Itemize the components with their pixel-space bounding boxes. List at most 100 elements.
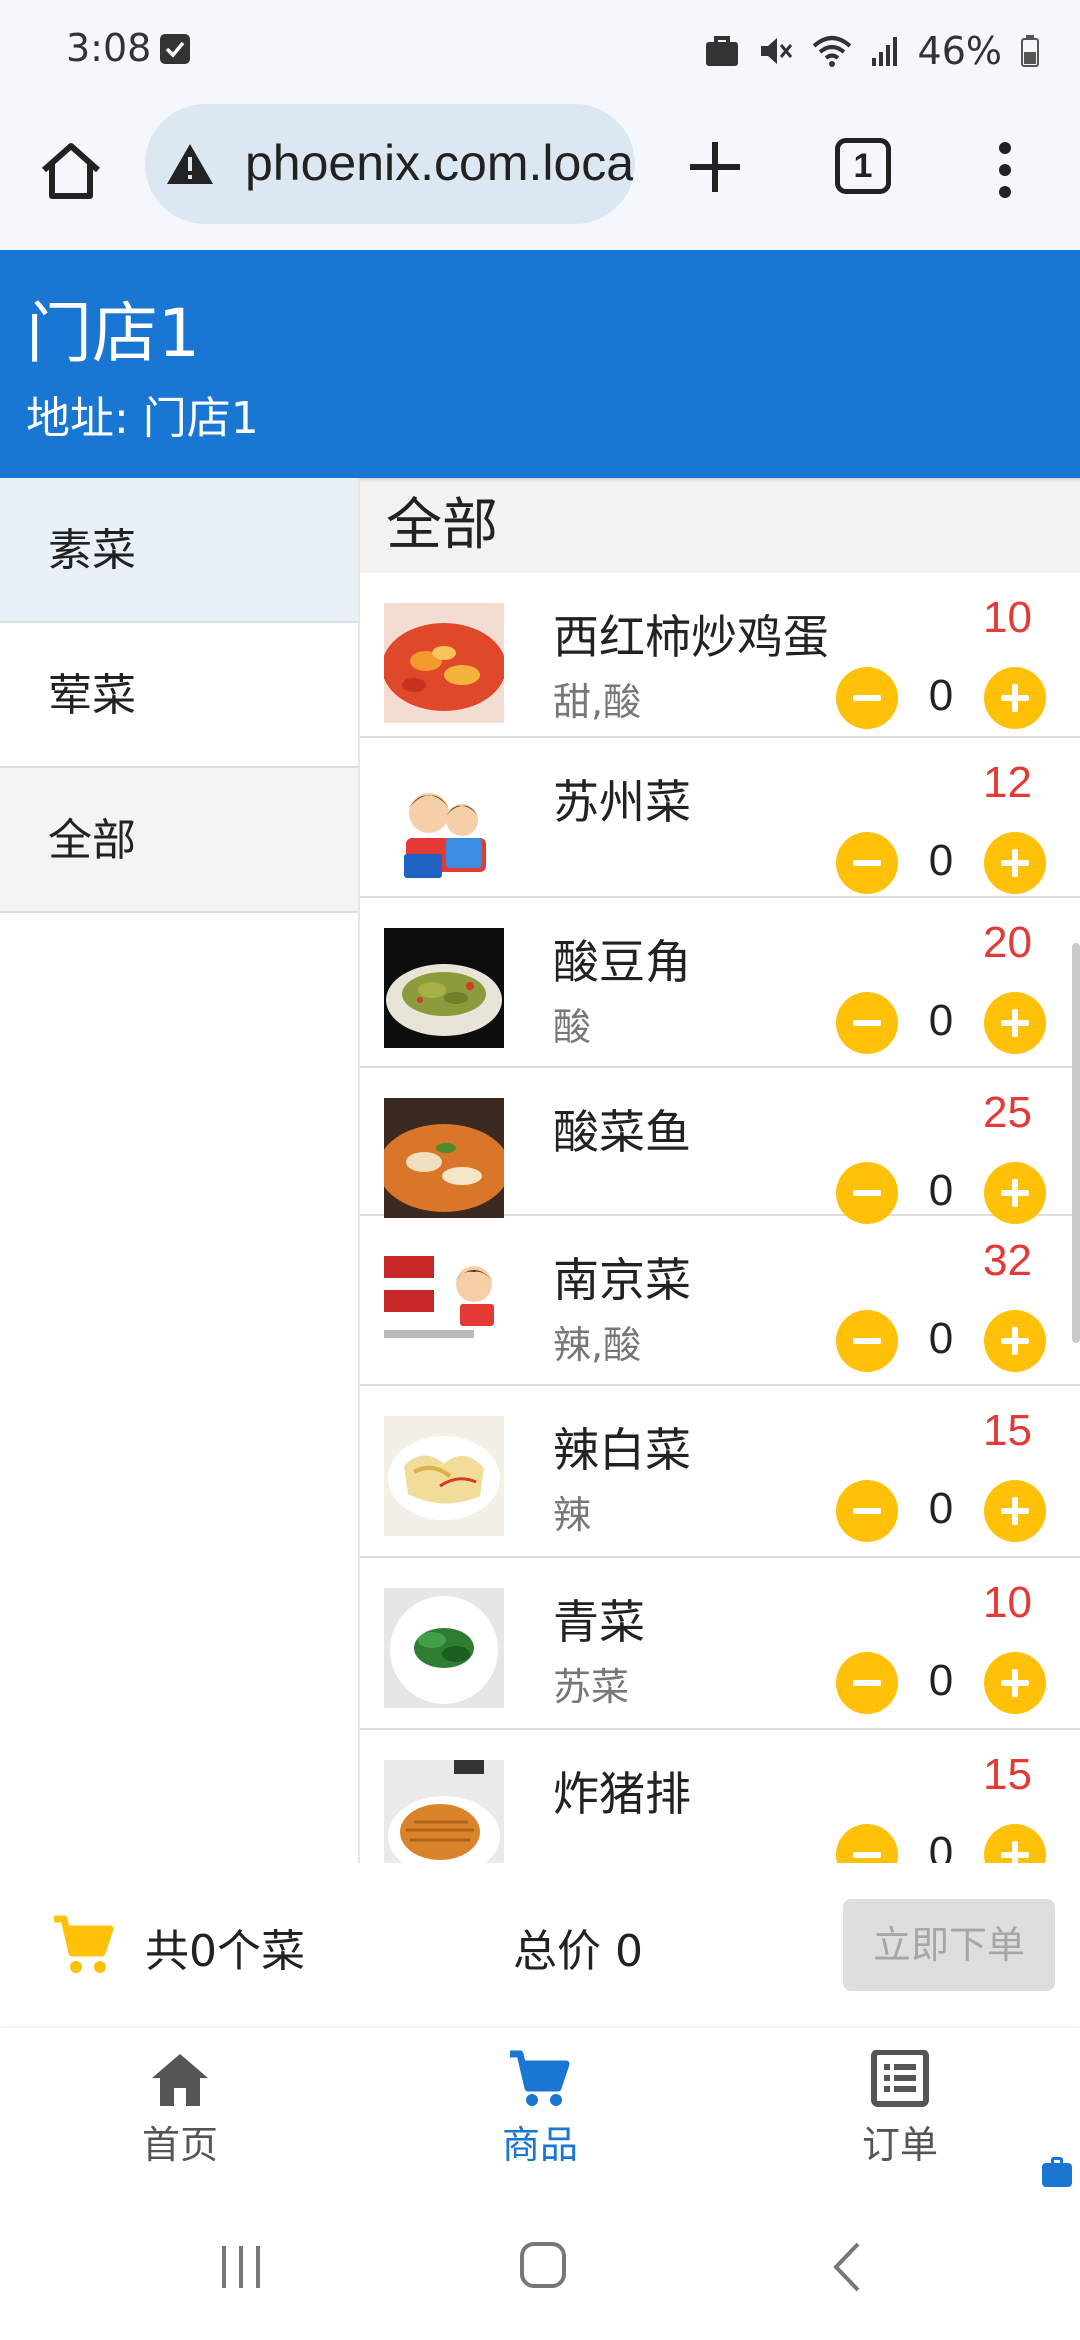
dish-name: 南京菜 (553, 1253, 691, 1307)
cart-icon (510, 2050, 570, 2106)
increase-button[interactable] (984, 1652, 1046, 1714)
store-address: 地址: 门店1 (26, 393, 259, 444)
signal-icon (871, 37, 897, 66)
url-text: phoenix.com.local (245, 135, 635, 191)
quantity-stepper: 0 (836, 667, 1046, 729)
increase-button[interactable] (984, 1310, 1046, 1372)
work-profile-icon (1042, 2157, 1072, 2187)
dish-image (384, 603, 504, 723)
list-item: 苏州菜 12 0 (360, 738, 1080, 898)
quantity-stepper: 0 (836, 832, 1046, 894)
quantity-value: 0 (928, 1484, 954, 1533)
decrease-button[interactable] (836, 1824, 898, 1863)
dish-image (384, 1760, 504, 1863)
scrollbar[interactable] (1072, 943, 1080, 1343)
quantity-value: 0 (928, 1656, 954, 1705)
browser-toolbar: phoenix.com.local 1 (0, 100, 1080, 250)
list-item: 酸菜鱼 25 0 (360, 1068, 1080, 1224)
dish-tags: 辣 (553, 1493, 592, 1537)
back-icon[interactable] (828, 2240, 868, 2294)
dish-price: 25 (983, 1088, 1032, 1137)
decrease-button[interactable] (836, 1310, 898, 1372)
sidebar-item-vegetable[interactable]: 素菜 (0, 478, 358, 623)
increase-button[interactable] (984, 992, 1046, 1054)
decrease-button[interactable] (836, 832, 898, 894)
quantity-stepper: 0 (836, 992, 1046, 1054)
system-nav-bar (0, 2200, 1080, 2340)
increase-button[interactable] (984, 1162, 1046, 1224)
dish-name: 苏州菜 (553, 775, 691, 829)
dish-name: 西红柿炒鸡蛋 (553, 610, 829, 664)
dish-price: 32 (983, 1236, 1032, 1285)
store-header: 门店1 地址: 门店1 (0, 250, 1080, 478)
cart-count: 共0个菜 (145, 1926, 305, 1977)
mute-icon (760, 38, 792, 64)
dish-name: 青菜 (553, 1595, 645, 1649)
increase-button[interactable] (984, 1480, 1046, 1542)
quantity-value: 0 (928, 1828, 954, 1863)
menu-icon[interactable] (985, 140, 1025, 200)
dish-image (384, 1246, 504, 1366)
recent-apps-icon[interactable] (216, 2242, 266, 2292)
list-item: 西红柿炒鸡蛋 甜,酸 10 0 (360, 573, 1080, 738)
dish-name: 酸豆角 (553, 935, 691, 989)
quantity-stepper: 0 (836, 1824, 1046, 1863)
cart-icon (54, 1915, 114, 1973)
dish-image (384, 1416, 504, 1536)
dish-price: 10 (983, 1578, 1032, 1627)
category-sidebar: 素菜 荤菜 全部 (0, 478, 360, 1863)
quantity-stepper: 0 (836, 1480, 1046, 1542)
warning-icon (167, 144, 213, 184)
category-title: 全部 (360, 478, 1080, 573)
dish-price: 15 (983, 1406, 1032, 1455)
decrease-button[interactable] (836, 667, 898, 729)
nav-products[interactable]: 商品 (440, 2050, 640, 2169)
nav-home-label: 首页 (141, 2123, 218, 2167)
decrease-button[interactable] (836, 1480, 898, 1542)
nav-orders[interactable]: 订单 (800, 2050, 1000, 2169)
work-profile-icon (705, 36, 738, 66)
quantity-value: 0 (928, 836, 954, 885)
sidebar-item-meat[interactable]: 荤菜 (0, 623, 358, 768)
list-item: 青菜 苏菜 10 0 (360, 1558, 1080, 1730)
list-item: 炸猪排 15 0 (360, 1730, 1080, 1863)
decrease-button[interactable] (836, 1162, 898, 1224)
quantity-value: 0 (928, 1166, 954, 1215)
add-tab-icon[interactable] (680, 132, 750, 202)
decrease-button[interactable] (836, 1652, 898, 1714)
list-icon (871, 2050, 929, 2107)
quantity-value: 0 (928, 996, 954, 1045)
quantity-stepper: 0 (836, 1162, 1046, 1224)
quantity-value: 0 (928, 671, 954, 720)
increase-button[interactable] (984, 667, 1046, 729)
product-list: 全部 西红柿炒鸡蛋 甜,酸 10 0 苏州菜 12 0 酸豆角 酸 20 0 酸… (360, 478, 1080, 1863)
home-icon (152, 2054, 208, 2106)
dish-tags: 辣,酸 (553, 1323, 642, 1367)
url-bar[interactable]: phoenix.com.local (145, 104, 635, 224)
sidebar-item-all[interactable]: 全部 (0, 768, 358, 913)
dish-image (384, 928, 504, 1048)
checkbox-notification-icon (160, 34, 190, 64)
tab-switcher-button[interactable]: 1 (835, 138, 891, 194)
dish-name: 酸菜鱼 (553, 1105, 691, 1159)
list-item: 辣白菜 辣 15 0 (360, 1386, 1080, 1558)
quantity-value: 0 (928, 1314, 954, 1363)
decrease-button[interactable] (836, 992, 898, 1054)
quantity-stepper: 0 (836, 1310, 1046, 1372)
store-name: 门店1 (26, 295, 200, 372)
dish-price: 10 (983, 593, 1032, 642)
battery-icon (1021, 35, 1039, 67)
dish-name: 炸猪排 (553, 1767, 691, 1821)
dish-price: 12 (983, 758, 1032, 807)
nav-products-label: 商品 (501, 2123, 578, 2167)
place-order-button[interactable]: 立即下单 (843, 1899, 1055, 1991)
home-icon[interactable] (36, 136, 106, 206)
status-bar: 3:08 46% (0, 0, 1080, 100)
nav-home[interactable]: 首页 (80, 2050, 280, 2169)
dish-image (384, 768, 504, 888)
increase-button[interactable] (984, 1824, 1046, 1863)
dish-image (384, 1098, 504, 1218)
increase-button[interactable] (984, 832, 1046, 894)
home-button-icon[interactable] (518, 2240, 568, 2290)
wifi-icon (812, 36, 851, 67)
